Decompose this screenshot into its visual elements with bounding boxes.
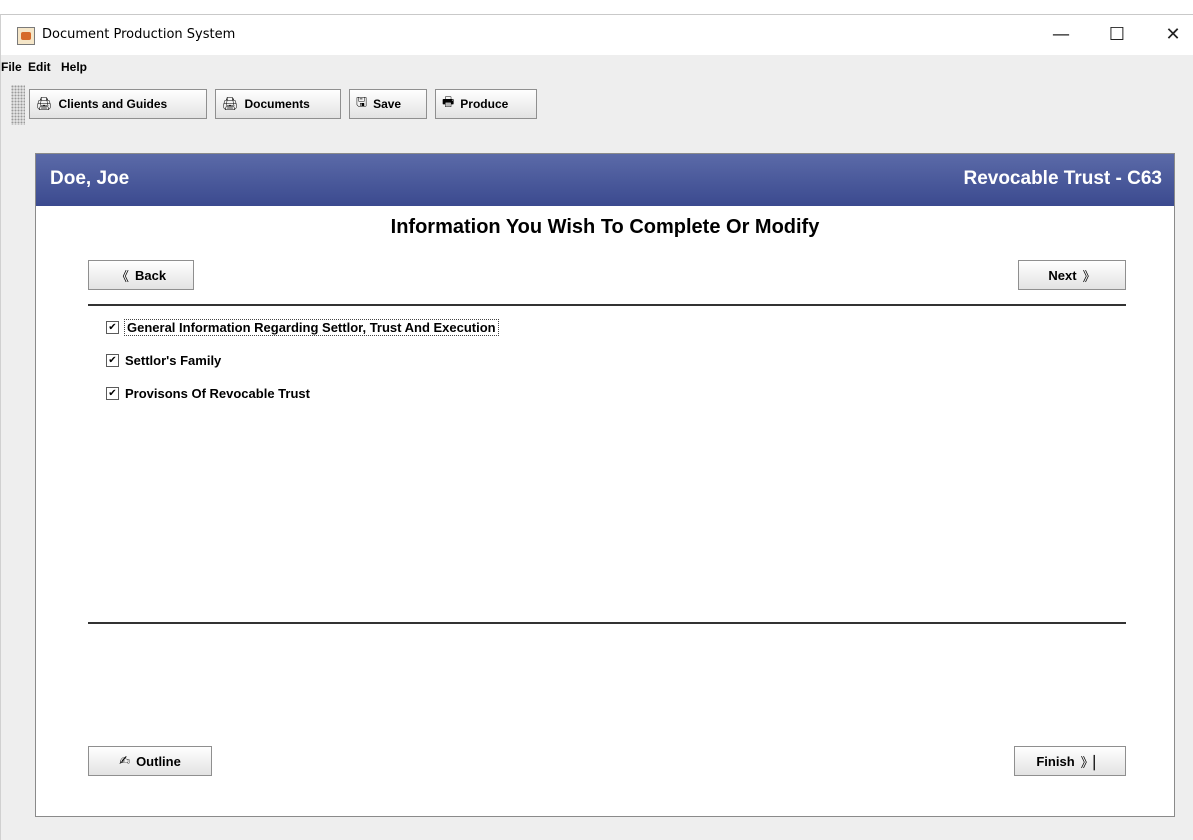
option-label: Provisons Of Revocable Trust: [125, 385, 310, 401]
toolbar-grip[interactable]: [11, 85, 25, 125]
documents-button[interactable]: 🖨 Documents: [215, 89, 341, 119]
next-label: Next: [1048, 267, 1077, 283]
back-button[interactable]: 《 Back: [88, 260, 194, 290]
document-name: Revocable Trust - C63: [963, 168, 1162, 189]
double-chevron-left-icon: 《: [115, 269, 129, 285]
bottom-separator: [88, 622, 1126, 624]
save-label: Save: [373, 97, 402, 111]
back-label: Back: [134, 267, 167, 283]
close-button[interactable]: ✕: [1158, 21, 1188, 49]
save-button[interactable]: 🖫 Save: [349, 89, 427, 119]
java-app-icon: [17, 27, 35, 45]
clients-and-guides-label: Clients and Guides: [58, 97, 168, 111]
finish-button[interactable]: Finish 》▏: [1014, 746, 1126, 776]
maximize-button[interactable]: ☐: [1102, 21, 1132, 49]
menu-edit[interactable]: Edit: [28, 60, 51, 74]
clients-and-guides-button[interactable]: 🖨 Clients and Guides: [29, 89, 207, 119]
menu-bar: File Edit Help: [1, 55, 1193, 79]
wizard-header: Doe, Joe Revocable Trust - C63: [36, 154, 1174, 206]
minimize-button[interactable]: —: [1046, 21, 1076, 49]
finish-label: Finish: [1036, 753, 1075, 769]
checkbox-provisions-revocable-trust[interactable]: ✔: [106, 386, 119, 400]
page-title: Information You Wish To Complete Or Modi…: [390, 216, 820, 238]
documents-label: Documents: [244, 97, 310, 111]
app-window: Document Production System — ☐ ✕ File Ed…: [0, 14, 1193, 840]
wizard-panel: Doe, Joe Revocable Trust - C63 Informati…: [35, 153, 1175, 817]
toolbar: 🖨 Clients and Guides 🖨 Documents 🖫 Save …: [1, 83, 1193, 125]
window-title: Document Production System: [42, 27, 236, 42]
option-provisions-revocable-trust[interactable]: ✔ Provisons Of Revocable Trust: [106, 383, 310, 403]
next-button[interactable]: Next 》: [1018, 260, 1126, 290]
option-settlors-family[interactable]: ✔ Settlor's Family: [106, 350, 221, 370]
client-name: Doe, Joe: [50, 168, 130, 189]
save-icon: 🖫: [356, 95, 368, 110]
double-chevron-right-icon: 》: [1082, 269, 1096, 285]
title-bar: Document Production System — ☐ ✕: [1, 15, 1193, 55]
produce-label: Produce: [460, 97, 509, 111]
printer-icon: 🖶: [442, 95, 455, 110]
printer-icon: 🖨: [36, 96, 53, 112]
menu-file[interactable]: File: [1, 60, 22, 74]
option-label: General Information Regarding Settlor, T…: [124, 318, 499, 336]
outline-button[interactable]: ✍ Outline: [88, 746, 212, 776]
top-separator: [88, 304, 1126, 306]
option-label: Settlor's Family: [125, 352, 222, 368]
outline-icon: ✍: [119, 753, 131, 769]
outline-label: Outline: [136, 753, 181, 769]
option-general-information[interactable]: ✔ General Information Regarding Settlor,…: [106, 317, 499, 337]
printer-icon: 🖨: [222, 96, 239, 112]
produce-button[interactable]: 🖶 Produce: [435, 89, 537, 119]
checkbox-general-information[interactable]: ✔: [106, 320, 119, 334]
finish-icon: 》▏: [1080, 755, 1104, 771]
menu-help[interactable]: Help: [61, 60, 87, 74]
checkbox-settlors-family[interactable]: ✔: [106, 353, 119, 367]
